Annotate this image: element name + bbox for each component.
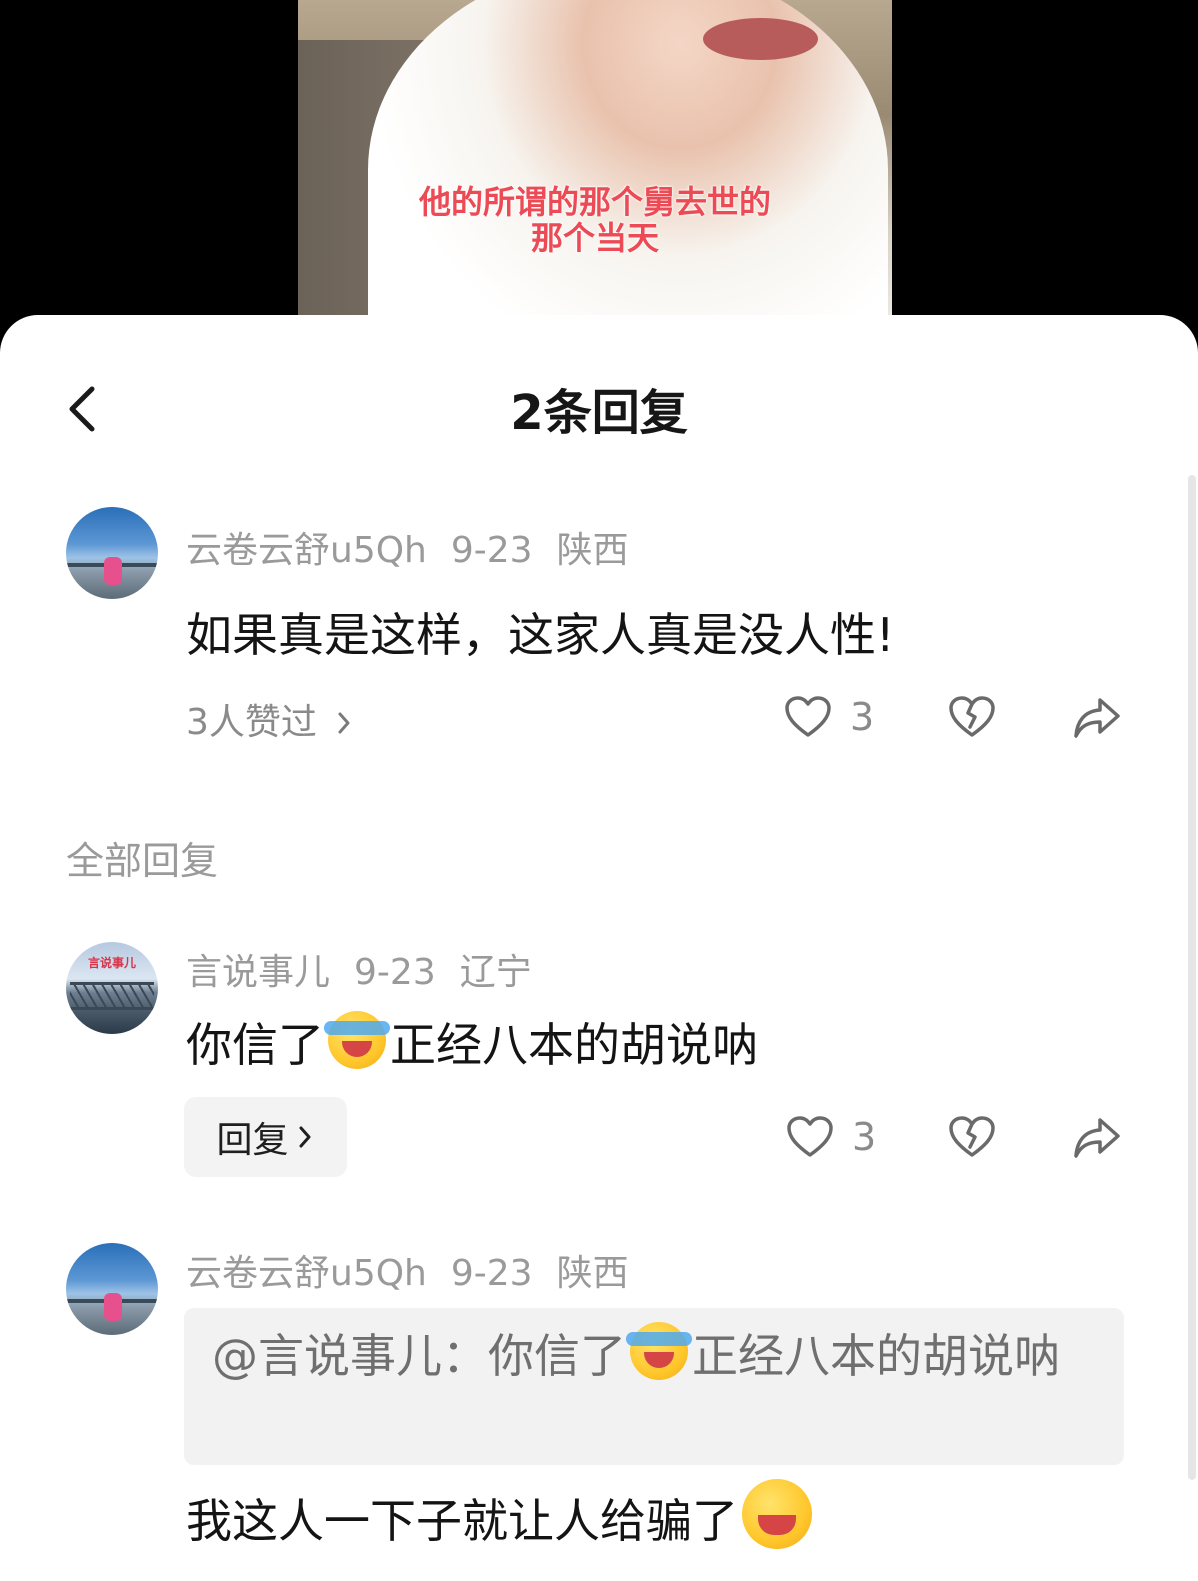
- section-label-all-replies: 全部回复: [66, 839, 219, 883]
- dislike-button[interactable]: [948, 687, 996, 747]
- sheet-title: 2条回复: [510, 385, 688, 441]
- like-button[interactable]: 3: [784, 687, 874, 747]
- broken-heart-icon: [949, 1116, 995, 1157]
- comment-meta: 云卷云舒u5Qh 9-23 陕西: [186, 521, 653, 573]
- reply-button-label: 回复: [216, 1120, 289, 1161]
- likes-link[interactable]: 3人赞过: [186, 693, 354, 745]
- video-person-mouth: [703, 18, 818, 60]
- quote-text-before: @言说事儿：你信了: [212, 1329, 626, 1383]
- reply-meta: 言说事儿 9-23 辽宁: [186, 943, 556, 995]
- comment-date: 9-23: [450, 530, 533, 571]
- reply-username[interactable]: 云卷云舒u5Qh: [186, 1253, 427, 1294]
- quote-text-after: 正经八本的胡说呐: [692, 1329, 1060, 1383]
- avatar-text: 言说事儿: [87, 956, 136, 970]
- scrollbar[interactable]: [1188, 475, 1196, 1480]
- video-caption-line1: 他的所谓的那个舅去世的: [418, 183, 771, 221]
- comment-actions: 3: [784, 687, 1134, 747]
- share-arrow-icon: [1074, 698, 1120, 738]
- avatar[interactable]: 言说事儿: [66, 942, 158, 1034]
- laughing-tears-emoji-icon: [626, 1322, 692, 1380]
- chevron-right-icon: [299, 1126, 310, 1148]
- quoted-reply-text: @言说事儿：你信了 正经八本的胡说呐: [212, 1322, 1102, 1388]
- broken-heart-icon: [949, 696, 995, 737]
- grinning-squint-emoji-icon: [742, 1479, 812, 1549]
- reply-location: 辽宁: [459, 952, 532, 993]
- likes-link-label: 3人赞过: [186, 702, 317, 743]
- reply-meta: 云卷云舒u5Qh 9-23 陕西: [186, 1244, 653, 1296]
- comment-text: 如果真是这样，这家人真是没人性!: [186, 608, 895, 662]
- laughing-tears-emoji-icon: [324, 1011, 390, 1069]
- reply-text: 你信了 正经八本的胡说呐: [186, 1009, 758, 1075]
- video-player[interactable]: 他的所谓的那个舅去世的 那个当天: [0, 0, 1198, 330]
- avatar-figure: [104, 1293, 122, 1321]
- replies-sheet: 2条回复 云卷云舒u5Qh 9-23 陕西 如果真是这样，这家人真是没人性! 3人赞…: [0, 315, 1198, 1581]
- reply-text-body: 我这人一下子就让人给骗了: [186, 1494, 738, 1548]
- reply-location: 陕西: [556, 1253, 629, 1294]
- share-arrow-icon: [1074, 1118, 1120, 1158]
- like-count: 3: [852, 1115, 877, 1159]
- reply-button[interactable]: 回复: [184, 1097, 347, 1177]
- video-caption-line2: 那个当天: [530, 219, 659, 257]
- share-button[interactable]: [1072, 1107, 1122, 1167]
- reply-text: 我这人一下子就让人给骗了: [186, 1479, 816, 1551]
- comment-username[interactable]: 云卷云舒u5Qh: [186, 530, 427, 571]
- like-button[interactable]: 3: [786, 1107, 876, 1167]
- avatar-figure: [104, 557, 122, 585]
- heart-outline-icon: [787, 1116, 833, 1157]
- quoted-reply[interactable]: @言说事儿：你信了 正经八本的胡说呐: [184, 1308, 1124, 1465]
- share-button[interactable]: [1072, 687, 1122, 747]
- sheet-header: 2条回复: [0, 315, 1198, 495]
- reply-text-after: 正经八本的胡说呐: [390, 1018, 758, 1072]
- comment-location: 陕西: [556, 530, 629, 571]
- like-count: 3: [850, 695, 875, 739]
- video-frame[interactable]: 他的所谓的那个舅去世的 那个当天: [298, 0, 892, 330]
- reply-text-before: 你信了: [186, 1018, 324, 1072]
- reply-date: 9-23: [354, 952, 436, 993]
- reply-date: 9-23: [450, 1253, 533, 1294]
- avatar-bridge-truss: [70, 982, 154, 1010]
- reply-username[interactable]: 言说事儿: [186, 952, 330, 993]
- avatar[interactable]: [66, 1243, 158, 1335]
- dislike-button[interactable]: [948, 1107, 996, 1167]
- heart-outline-icon: [785, 696, 831, 737]
- avatar[interactable]: [66, 507, 158, 599]
- reply-actions: 3: [786, 1107, 1136, 1167]
- chevron-right-icon: [338, 712, 350, 734]
